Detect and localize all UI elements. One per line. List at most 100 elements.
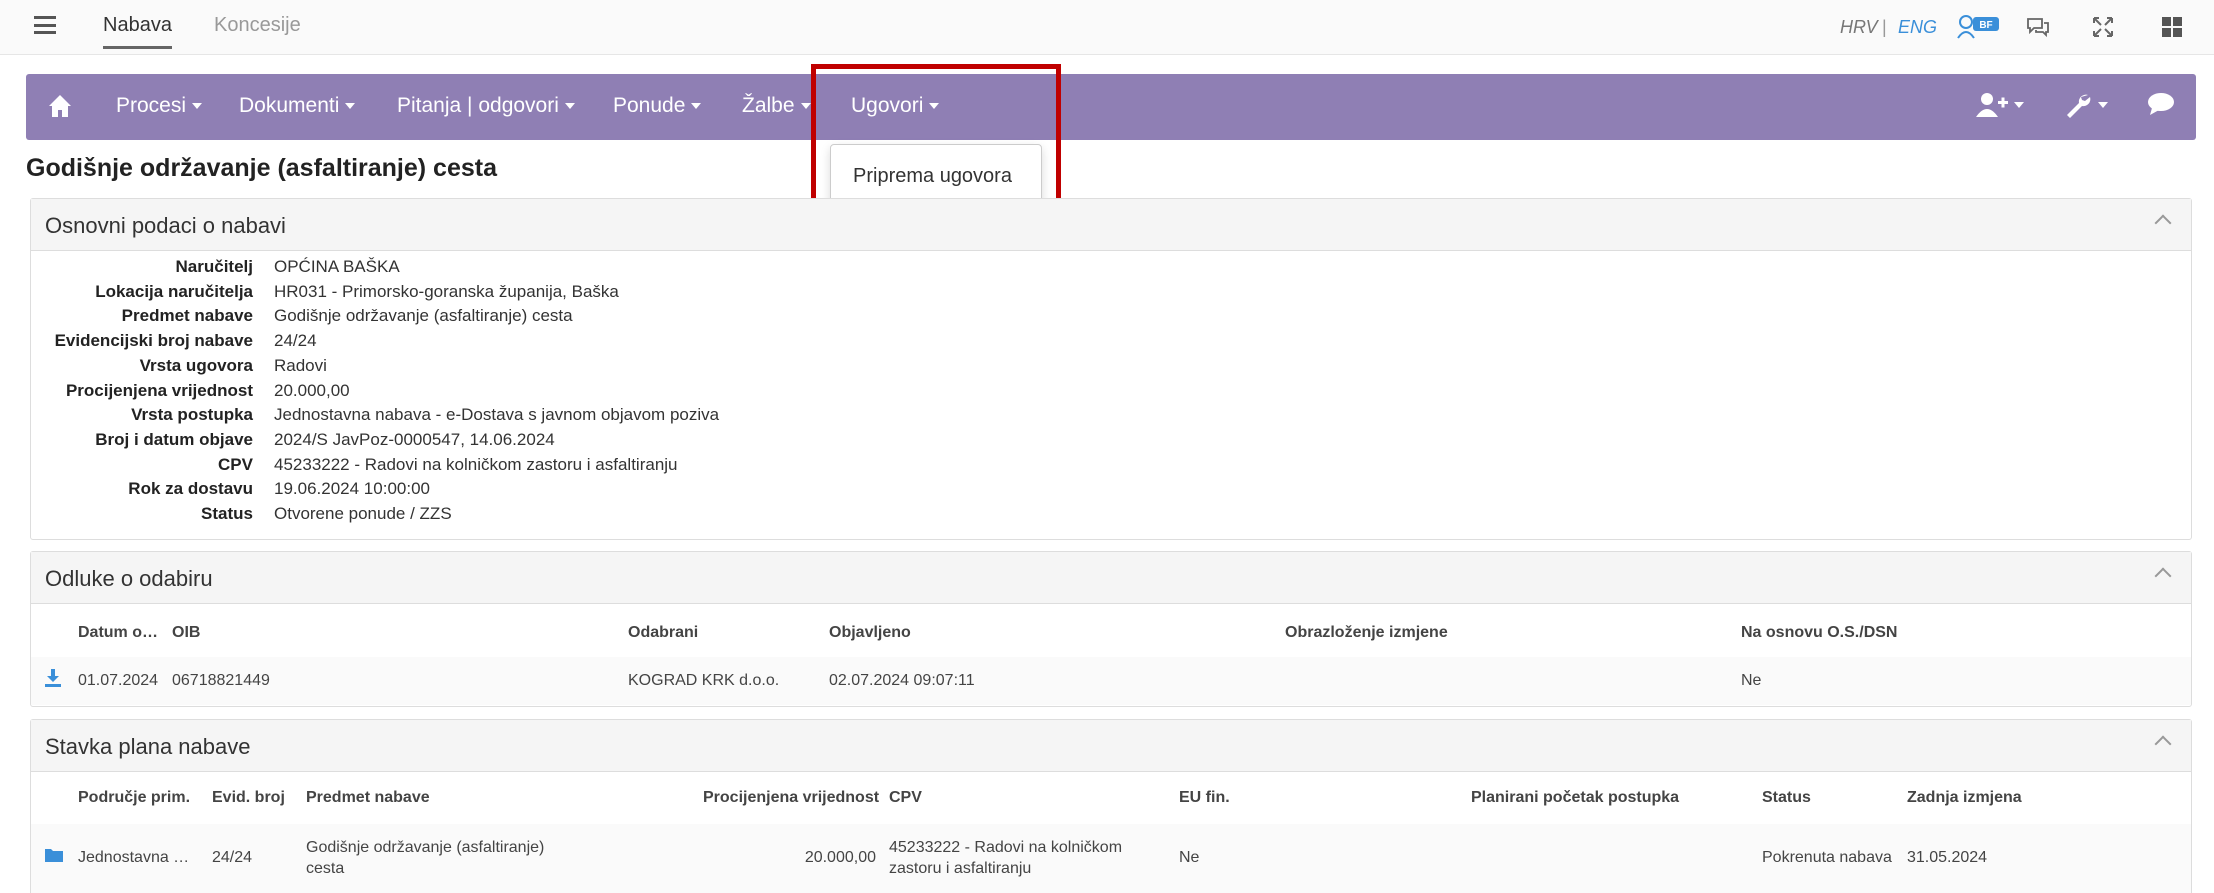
nav-procesi[interactable]: Procesi [116, 94, 203, 118]
column-header[interactable]: Datum o… [78, 624, 158, 642]
main-navbar: Procesi Dokumenti Pitanja | odgovori Pon… [26, 74, 2196, 140]
cell-cpv: 45233222 - Radovi na kolničkom zastoru i… [889, 839, 1123, 877]
column-header[interactable]: Predmet nabave [306, 789, 430, 807]
folder-icon[interactable] [45, 848, 63, 867]
wrench-icon [2067, 94, 2091, 118]
panel-basic-info: Osnovni podaci o nabavi Naručitelj OPĆINA… [30, 198, 2192, 540]
column-header[interactable]: Planirani početak postupka [1471, 789, 1679, 807]
nav-ugovori[interactable]: Ugovori [851, 94, 940, 118]
chevron-up-icon[interactable] [2154, 214, 2172, 232]
field-label: Vrsta postupka [131, 405, 253, 425]
field-value: 24/24 [274, 331, 317, 351]
cell-podrucje: Jednostavna … [78, 849, 190, 866]
cell-odabrani: KOGRAD KRK d.o.o. [628, 672, 780, 689]
field-value: 45233222 - Radovi na kolničkom zastoru i… [274, 454, 678, 474]
nav-ponude[interactable]: Ponude [613, 94, 702, 118]
panel-title: Stavka plana nabave [45, 734, 251, 759]
top-bar: Nabava Koncesije HRV | ENG BF [0, 0, 2214, 55]
language-eng[interactable]: ENG [1898, 17, 1937, 38]
cell-status: Pokrenuta nabava [1762, 849, 1892, 866]
cell-zadnja-izmjena: 31.05.2024 [1907, 849, 1988, 866]
field-value: HR031 - Primorsko-goranska županija, Baš… [274, 281, 619, 301]
column-header[interactable]: Procijenjena vrijednost [703, 789, 879, 807]
panel-title: Odluke o odabiru [45, 566, 213, 591]
caret-down-icon [192, 103, 203, 109]
column-header[interactable]: Objavljeno [829, 624, 911, 642]
column-header[interactable]: CPV [889, 789, 922, 807]
nav-dokumenti[interactable]: Dokumenti [239, 94, 356, 118]
panel-header[interactable]: Odluke o odabiru [31, 552, 2191, 604]
nav-zalbe[interactable]: Žalbe [742, 94, 811, 118]
column-header[interactable]: Evid. broj [212, 789, 285, 807]
field-label: Procijenjena vrijednost [65, 380, 253, 400]
column-header[interactable]: Zadnja izmjena [1907, 789, 2022, 807]
language-hrv[interactable]: HRV [1840, 17, 1878, 38]
table-row[interactable] [31, 657, 2191, 705]
column-header[interactable]: Status [1762, 789, 1811, 807]
add-user-menu[interactable] [1976, 91, 2024, 119]
field-label: CPV [218, 454, 253, 474]
caret-down-icon [564, 103, 575, 109]
comment-icon [2148, 93, 2174, 115]
chat-bubbles-icon[interactable] [2023, 12, 2053, 42]
cell-oib: 06718821449 [172, 672, 270, 689]
field-label: Vrsta ugovora [139, 355, 253, 375]
field-value: Jednostavna nabava - e-Dostava s javnom … [274, 405, 720, 425]
field-value: OPĆINA BAŠKA [274, 257, 400, 276]
field-label: Broj i datum objave [95, 429, 253, 449]
chevron-up-icon[interactable] [2154, 567, 2172, 585]
field-label: Lokacija naručitelja [95, 281, 253, 301]
column-header[interactable]: Na osnovu O.S./DSN [1741, 624, 1897, 642]
user-badge-icon[interactable]: BF [1957, 12, 2001, 42]
caret-down-icon [800, 103, 811, 109]
caret-down-icon [345, 103, 356, 109]
cell-objavljeno: 02.07.2024 09:07:11 [829, 672, 975, 689]
home-icon[interactable] [46, 92, 76, 122]
panel-title: Osnovni podaci o nabavi [45, 213, 286, 238]
comments-button[interactable] [2146, 91, 2176, 117]
column-header[interactable]: EU fin. [1179, 789, 1230, 807]
hamburger-icon[interactable] [34, 16, 56, 34]
field-value: 2024/S JavPoz-0000547, 14.06.2024 [274, 429, 555, 449]
cell-datum: 01.07.2024 [78, 672, 159, 689]
cell-osnova: Ne [1741, 672, 1762, 689]
cell-evid-broj: 24/24 [212, 849, 253, 866]
cell-predmet: Godišnje održavanje (asfaltiranje) cesta [306, 839, 545, 877]
chevron-up-icon[interactable] [2154, 735, 2172, 753]
field-value: Otvorene ponude / ZZS [274, 504, 452, 523]
field-value: Radovi [274, 355, 327, 375]
download-icon[interactable] [45, 669, 61, 692]
field-label: Evidencijski broj nabave [54, 331, 253, 351]
column-header[interactable]: Obrazloženje izmjene [1285, 624, 1448, 642]
tab-koncesije[interactable]: Koncesije [214, 14, 301, 37]
field-label: Predmet nabave [121, 306, 253, 326]
caret-down-icon [2014, 102, 2024, 108]
grid-icon[interactable] [2157, 12, 2187, 42]
user-badge-label: BF [1979, 20, 1992, 31]
column-header[interactable]: Područje prim. [78, 789, 190, 807]
menu-item-priprema-ugovora[interactable]: Priprema ugovora [853, 165, 1012, 188]
column-header[interactable]: OIB [172, 624, 200, 642]
nav-pitanja-odgovori[interactable]: Pitanja | odgovori [397, 94, 575, 118]
settings-menu[interactable] [2064, 91, 2108, 119]
tab-nabava[interactable]: Nabava [103, 14, 172, 49]
panel-header[interactable]: Osnovni podaci o nabavi [31, 199, 2191, 251]
field-label: Naručitelj [175, 257, 253, 276]
caret-down-icon [691, 103, 702, 109]
field-value: 20.000,00 [274, 380, 350, 400]
language-separator: | [1882, 17, 1887, 37]
field-value: Godišnje održavanje (asfaltiranje) cesta [274, 306, 573, 326]
caret-down-icon [929, 103, 940, 109]
cell-eu-fin: Ne [1179, 849, 1200, 866]
panel-decisions: Odluke o odabiru Datum o… OIB Odabrani O… [30, 551, 2192, 707]
cell-vrijednost: 20.000,00 [804, 849, 876, 866]
page-title: Godišnje održavanje (asfaltiranje) cesta [26, 154, 497, 182]
fullscreen-icon[interactable] [2088, 12, 2118, 42]
panel-header[interactable]: Stavka plana nabave [31, 720, 2191, 772]
field-value: 19.06.2024 10:00:00 [274, 479, 430, 499]
field-label: Status [201, 504, 253, 523]
panel-plan-item: Stavka plana nabave Područje prim. Evid.… [30, 719, 2192, 893]
caret-down-icon [2098, 102, 2108, 108]
field-label: Rok za dostavu [128, 479, 253, 499]
column-header[interactable]: Odabrani [628, 624, 698, 642]
